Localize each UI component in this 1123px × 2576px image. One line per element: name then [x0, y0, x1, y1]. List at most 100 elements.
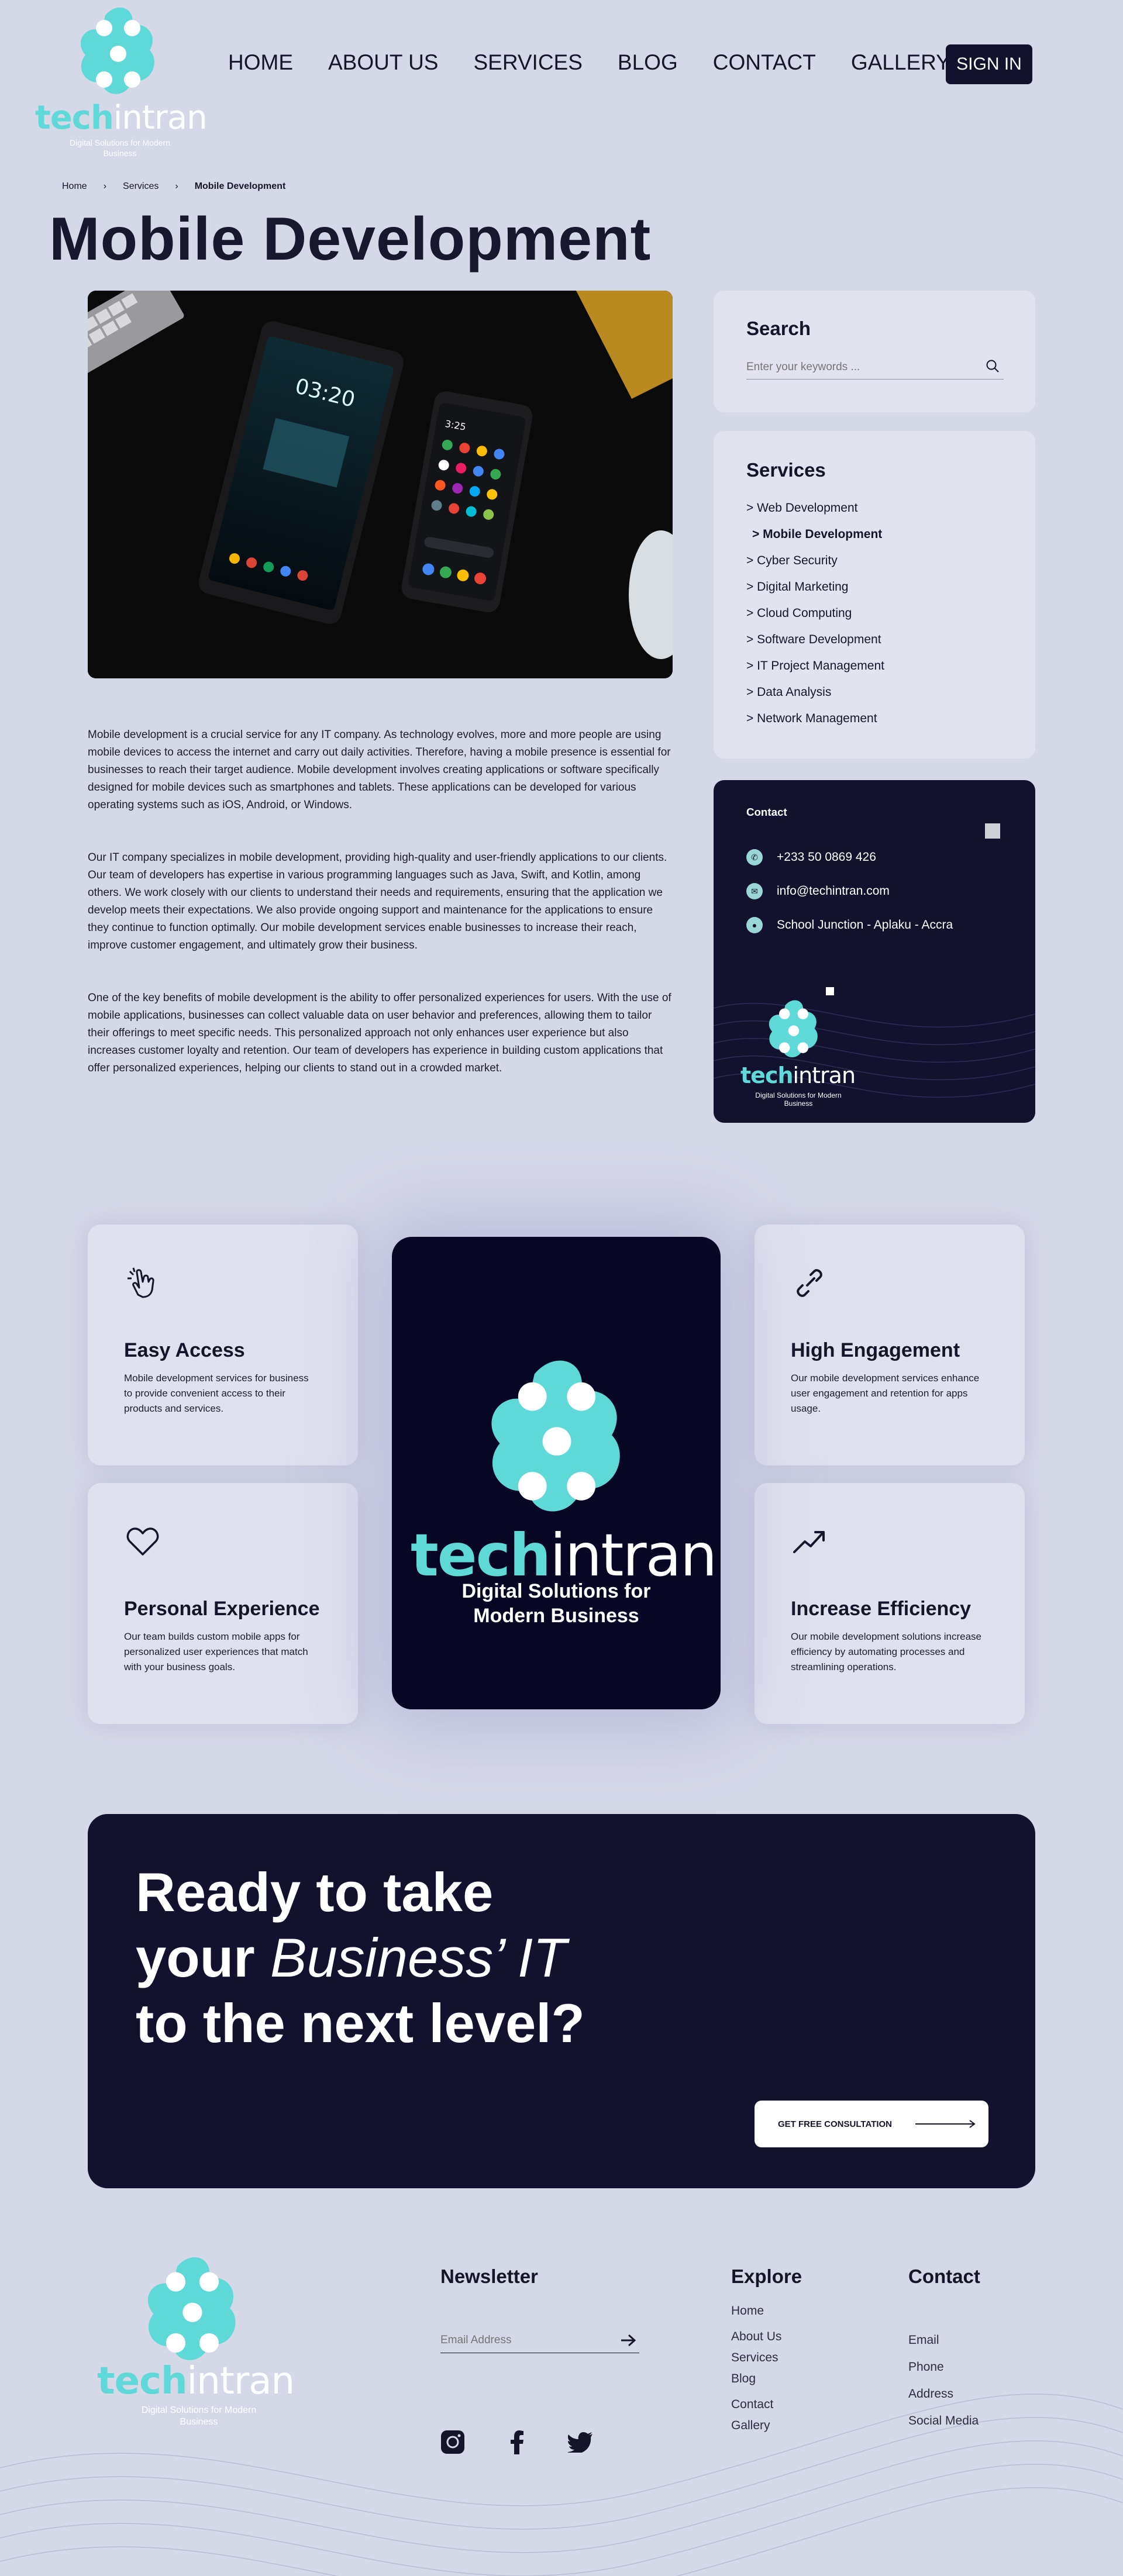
footer-contact-links: Email Phone Address Social Media	[908, 2330, 979, 2432]
hero-image: 03:20 3:25	[88, 291, 673, 678]
service-link[interactable]: > Software Development	[746, 633, 884, 647]
logo-mark-icon	[147, 2257, 236, 2360]
search-icon[interactable]	[985, 358, 1000, 374]
site-logo[interactable]: techintran Digital Solutions for Modern …	[33, 4, 208, 161]
footer-link-blog[interactable]: Blog	[731, 2368, 781, 2389]
footer-link-social-media[interactable]: Social Media	[908, 2411, 979, 2432]
arrow-right-icon	[915, 2120, 976, 2128]
contact-email-text: info@techintran.com	[777, 884, 890, 898]
mail-icon: ✉	[746, 883, 763, 899]
search-input[interactable]	[746, 355, 1004, 380]
logo-word-intran: intran	[187, 2360, 295, 2403]
center-logo-card: techintran Digital Solutions for Modern …	[392, 1237, 721, 1709]
logo-mark-icon	[80, 7, 154, 94]
search-card: Search	[714, 291, 1035, 412]
breadcrumb-home[interactable]: Home	[62, 181, 87, 192]
services-title: Services	[746, 459, 826, 481]
service-link[interactable]: > Data Analysis	[746, 685, 884, 699]
service-link-active[interactable]: > Mobile Development	[746, 527, 884, 542]
service-link[interactable]: > Network Management	[746, 712, 884, 726]
service-link[interactable]: > Web Development	[746, 501, 884, 515]
newsletter-email-input[interactable]	[440, 2327, 639, 2353]
feature-card: Personal Experience Our team builds cust…	[88, 1483, 358, 1724]
service-link[interactable]: > Cyber Security	[746, 554, 884, 568]
footer-link-about-us[interactable]: About Us	[731, 2326, 781, 2347]
logo-word-tech: tech	[740, 1063, 794, 1088]
breadcrumb-separator: ›	[103, 181, 107, 191]
cta-line-1: Ready to take	[136, 1861, 494, 1923]
cta-banner: Ready to take your Business’ IT to the n…	[88, 1814, 1035, 2188]
logo-word-tech: tech	[35, 99, 114, 137]
logo-word-intran: intran	[113, 99, 208, 137]
get-free-consultation-button[interactable]: GET FREE CONSULTATION	[755, 2101, 988, 2147]
contact-email[interactable]: ✉ info@techintran.com	[746, 883, 953, 899]
contact-list: ✆ +233 50 0869 426 ✉ info@techintran.com ●…	[746, 849, 953, 951]
square-decoration	[826, 987, 834, 995]
contact-title: Contact	[746, 806, 787, 818]
nav-services[interactable]: SERVICES	[473, 50, 582, 75]
cta-line-3: to the next level?	[136, 1992, 585, 2054]
feature-text: Mobile development services for business…	[124, 1373, 309, 1414]
feature-text: Our mobile development services enhance …	[791, 1373, 980, 1414]
logo-mark-icon	[769, 1000, 818, 1057]
phone-icon: ✆	[746, 849, 763, 865]
contact-phone[interactable]: ✆ +233 50 0869 426	[746, 849, 953, 865]
feature-text: Our team builds custom mobile apps for p…	[124, 1631, 308, 1672]
footer-link-contact[interactable]: Contact	[731, 2394, 781, 2415]
nav-gallery[interactable]: GALLERY	[851, 50, 950, 75]
feature-card: High Engagement Our mobile development s…	[755, 1225, 1025, 1465]
tagline-line-2: Modern Business	[473, 1605, 639, 1627]
service-link[interactable]: > Digital Marketing	[746, 580, 884, 594]
center-logo-wordmark: techintran	[411, 1526, 717, 1585]
service-link[interactable]: > IT Project Management	[746, 659, 884, 673]
feature-card: Easy Access Mobile development services …	[88, 1225, 358, 1465]
nav-about-us[interactable]: ABOUT US	[328, 50, 438, 75]
footer-link-address[interactable]: Address	[908, 2384, 979, 2405]
contact-address: ● School Junction - Aplaku - Accra	[746, 917, 953, 933]
phones-photo-illustration: 03:20 3:25	[88, 291, 673, 678]
footer-tagline: Digital Solutions for Modern Business	[141, 2405, 257, 2427]
footer-link-services[interactable]: Services	[731, 2347, 781, 2368]
breadcrumb-services[interactable]: Services	[123, 181, 159, 192]
footer-link-home[interactable]: Home	[731, 2301, 781, 2322]
feature-text: Our mobile development solutions increas…	[791, 1631, 982, 1672]
newsletter-submit-arrow-icon[interactable]	[620, 2333, 636, 2347]
cta-line-2b: Business’ IT	[270, 1927, 567, 1988]
nav-contact[interactable]: CONTACT	[713, 50, 816, 75]
services-card: Services > Web Development > Mobile Deve…	[714, 431, 1035, 758]
nav-blog[interactable]: BLOG	[618, 50, 678, 75]
contact-card-tagline: Digital Solutions for Modern Business	[755, 1091, 842, 1108]
body-paragraph: Our IT company specializes in mobile dev…	[88, 851, 667, 951]
nav-home[interactable]: HOME	[228, 50, 293, 75]
instagram-icon[interactable]	[440, 2430, 465, 2454]
footer-contact-title: Contact	[908, 2265, 980, 2287]
tagline-line-1: Digital Solutions for	[461, 1580, 651, 1602]
explore-links: Home About Us Services Blog Contact Gall…	[731, 2301, 781, 2436]
body-paragraph: Mobile development is a crucial service …	[88, 729, 671, 811]
breadcrumb-separator: ›	[175, 181, 178, 191]
hand-pointer-icon	[128, 1267, 154, 1298]
service-link[interactable]: > Cloud Computing	[746, 606, 884, 620]
newsletter-title: Newsletter	[440, 2265, 538, 2287]
main-nav: HOME ABOUT US SERVICES BLOG CONTACT GALL…	[228, 50, 986, 75]
feature-title: Personal Experience	[124, 1598, 320, 1620]
facebook-icon[interactable]	[509, 2430, 525, 2454]
cta-button-label: GET FREE CONSULTATION	[778, 2119, 892, 2129]
feature-title: Increase Efficiency	[791, 1598, 972, 1620]
contact-card: Contact ✆ +233 50 0869 426 ✉ info@techintr…	[714, 780, 1035, 1123]
footer-link-email[interactable]: Email	[908, 2330, 979, 2351]
square-decoration	[985, 823, 1000, 839]
cta-heading: Ready to take your Business’ IT to the n…	[136, 1860, 585, 2056]
footer-link-gallery[interactable]: Gallery	[731, 2415, 781, 2436]
page-title: Mobile Development	[49, 205, 652, 273]
contact-phone-text: +233 50 0869 426	[777, 850, 876, 864]
sign-in-button[interactable]: SIGN IN	[946, 44, 1032, 84]
services-list: > Web Development > Mobile Development >…	[746, 501, 884, 738]
location-pin-icon: ●	[746, 917, 763, 933]
cta-line-2a: your	[136, 1927, 270, 1988]
link-icon	[797, 1269, 822, 1297]
footer-logo[interactable]: techintran Digital Solutions for Modern …	[97, 2253, 308, 2446]
logo-mark-icon	[491, 1360, 620, 1512]
footer-link-phone[interactable]: Phone	[908, 2357, 979, 2378]
twitter-icon[interactable]	[567, 2432, 593, 2453]
